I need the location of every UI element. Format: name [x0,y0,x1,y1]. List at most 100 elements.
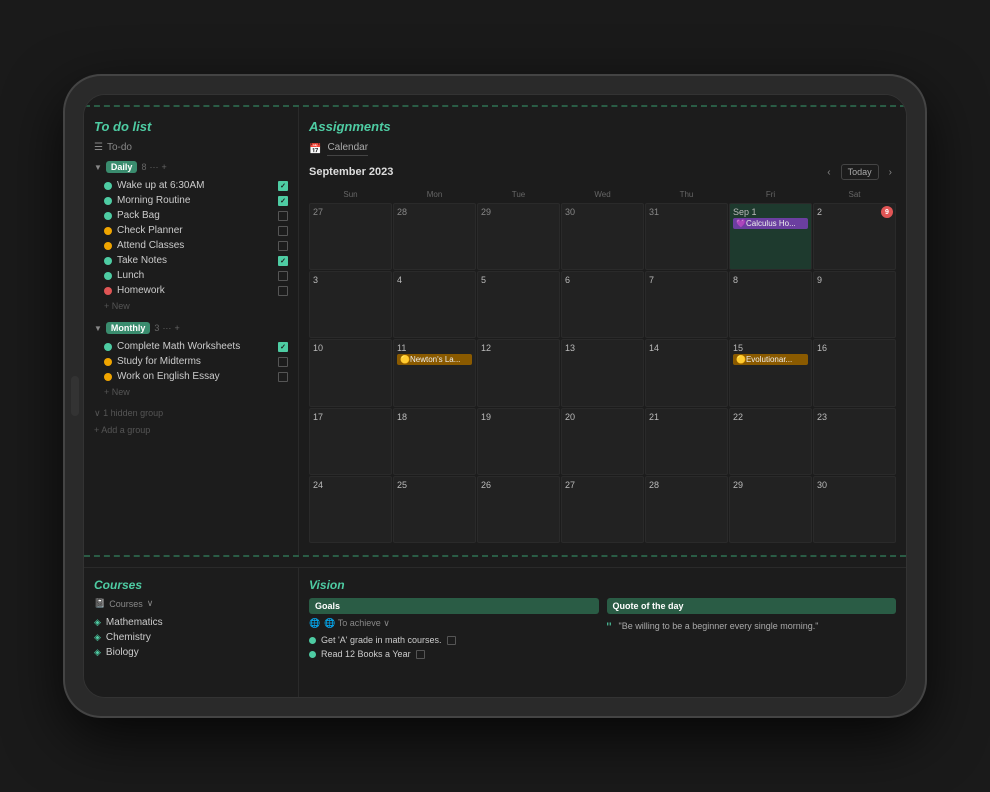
cal-cell-29[interactable]: 29 [729,476,812,543]
badge-sep2: 9 [881,206,893,218]
cal-cell-18[interactable]: 18 [393,408,476,475]
goals-checkbox-2[interactable] [416,650,425,659]
checkbox-morning[interactable] [278,196,288,206]
dot-morning [104,197,112,205]
checkbox-homework[interactable] [278,286,288,296]
cal-cell-sep2[interactable]: 2 9 [813,203,896,270]
cal-cell-6[interactable]: 6 [561,271,644,338]
cal-cell-4[interactable]: 4 [393,271,476,338]
calendar-toolbar: 📅 Calendar [309,142,896,156]
cal-cell-15[interactable]: 15 🟡Evolutionar... [729,339,812,406]
checkbox-midterms[interactable] [278,357,288,367]
checkbox-math[interactable] [278,342,288,352]
goals-dot-1 [309,637,316,644]
cal-cell-13[interactable]: 13 [561,339,644,406]
todo-text-morning: Morning Routine [117,195,273,206]
header-mon: Mon [393,188,476,201]
daily-triangle: ▼ [94,163,102,172]
checkbox-attend[interactable] [278,241,288,251]
course-item-math[interactable]: ◈ Mathematics [94,615,288,630]
goals-checkbox-1[interactable] [447,636,456,645]
event-evolution[interactable]: 🟡Evolutionar... [733,354,808,365]
cal-cell-29aug[interactable]: 29 [477,203,560,270]
cal-cell-26[interactable]: 26 [477,476,560,543]
cal-cell-17[interactable]: 17 [309,408,392,475]
prev-month-btn[interactable]: ‹ [823,165,834,180]
checkbox-pack[interactable] [278,211,288,221]
cal-cell-30aug[interactable]: 30 [561,203,644,270]
cal-cell-20[interactable]: 20 [561,408,644,475]
checkbox-notes[interactable] [278,256,288,266]
cal-cell-30[interactable]: 30 [813,476,896,543]
todo-toolbar-label: To-do [107,142,132,153]
checkbox-english[interactable] [278,372,288,382]
hidden-group[interactable]: ∨ 1 hidden group [94,405,288,422]
monthly-label: Monthly [106,322,151,334]
goals-item-1: Get 'A' grade in math courses. [309,633,599,647]
monthly-triangle: ▼ [94,324,102,333]
today-btn[interactable]: Today [841,164,879,180]
courses-dropdown-icon: ∨ [147,598,154,609]
todo-text-planner: Check Planner [117,225,273,236]
checkbox-wake[interactable] [278,181,288,191]
cal-cell-24[interactable]: 24 [309,476,392,543]
cal-cell-27[interactable]: 27 [561,476,644,543]
goals-toolbar[interactable]: 🌐 🌐 To achieve ∨ [309,618,599,629]
camera-bump [71,376,79,416]
todo-item-wake: Wake up at 6:30AM [94,178,288,193]
course-item-bio[interactable]: ◈ Biology [94,645,288,660]
cal-cell-5[interactable]: 5 [477,271,560,338]
courses-toolbar[interactable]: 📓 Courses ∨ [94,598,288,609]
next-month-btn[interactable]: › [885,165,896,180]
cal-cell-11[interactable]: 11 🟡Newton's La... [393,339,476,406]
cal-cell-9[interactable]: 9 [813,271,896,338]
bottom-section: Courses 📓 Courses ∨ ◈ Mathematics ◈ Chem… [84,567,906,697]
todo-item-attend: Attend Classes [94,238,288,253]
monthly-add-new[interactable]: + New [94,384,288,400]
cal-cell-sep1[interactable]: Sep 1 💜Calculus Ho... [729,203,812,270]
monthly-plus[interactable]: + [174,323,179,333]
cal-cell-7[interactable]: 7 [645,271,728,338]
cal-cell-8[interactable]: 8 [729,271,812,338]
daily-plus[interactable]: + [161,162,166,172]
event-newton[interactable]: 🟡Newton's La... [397,354,472,365]
cal-cell-23[interactable]: 23 [813,408,896,475]
cal-week-5: 24 25 26 27 28 29 30 [309,476,896,543]
cal-cell-12[interactable]: 12 [477,339,560,406]
calendar-nav: ‹ Today › [823,164,896,180]
cal-cell-28aug[interactable]: 28 [393,203,476,270]
cal-cell-28[interactable]: 28 [645,476,728,543]
todo-text-midterms: Study for Midterms [117,356,273,367]
daily-add-new[interactable]: + New [94,298,288,314]
cal-cell-21[interactable]: 21 [645,408,728,475]
cal-week-4: 17 18 19 20 21 22 23 [309,408,896,475]
event-calculus[interactable]: 💜Calculus Ho... [733,218,808,229]
todo-text-lunch: Lunch [117,270,273,281]
courses-panel: Courses 📓 Courses ∨ ◈ Mathematics ◈ Chem… [84,567,299,697]
checkbox-planner[interactable] [278,226,288,236]
todo-panel: To do list ☰ To-do ▼ Daily 8 ··· + [84,107,299,555]
todo-text-attend: Attend Classes [117,240,273,251]
cal-cell-31aug[interactable]: 31 [645,203,728,270]
cal-cell-14[interactable]: 14 [645,339,728,406]
cal-cell-19[interactable]: 19 [477,408,560,475]
add-group[interactable]: + Add a group [94,422,288,438]
todo-item-planner: Check Planner [94,223,288,238]
cal-cell-10[interactable]: 10 [309,339,392,406]
todo-text-wake: Wake up at 6:30AM [117,180,273,191]
vision-panel: Vision Goals 🌐 🌐 To achieve ∨ Get 'A' gr… [299,567,906,697]
course-item-chem[interactable]: ◈ Chemistry [94,630,288,645]
checkbox-lunch[interactable] [278,271,288,281]
todo-text-math: Complete Math Worksheets [117,341,273,352]
cal-cell-27aug[interactable]: 27 [309,203,392,270]
quote-text: "Be willing to be a beginner every singl… [607,620,897,634]
todo-item-lunch: Lunch [94,268,288,283]
cal-cell-3[interactable]: 3 [309,271,392,338]
cal-cell-22[interactable]: 22 [729,408,812,475]
header-thu: Thu [645,188,728,201]
cal-cell-25[interactable]: 25 [393,476,476,543]
daily-label: Daily [106,161,138,173]
cal-cell-16[interactable]: 16 [813,339,896,406]
header-sun: Sun [309,188,392,201]
goals-achieve-label: 🌐 To achieve ∨ [324,618,390,629]
